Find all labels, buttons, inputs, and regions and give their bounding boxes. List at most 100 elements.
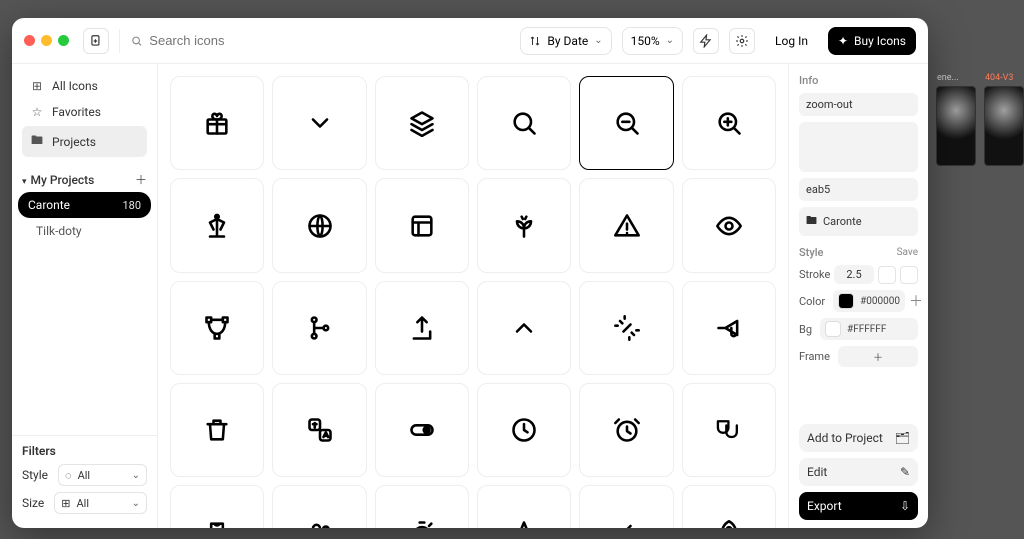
- settings-button[interactable]: [729, 28, 755, 54]
- icon-cell-balance[interactable]: [170, 178, 264, 272]
- style-section-title: Style: [799, 246, 823, 259]
- login-button[interactable]: Log In: [765, 28, 818, 54]
- sidebar-item-projects[interactable]: 🖿 Projects: [22, 126, 147, 157]
- icon-cell-branch[interactable]: [272, 281, 366, 375]
- color-swatch: [838, 293, 854, 309]
- icon-cell-layers[interactable]: [375, 76, 469, 170]
- sort-label: By Date: [547, 34, 588, 48]
- stroke-cap-toggle[interactable]: [878, 266, 918, 284]
- project-item-caronte[interactable]: Caronte 180: [18, 192, 151, 218]
- frame-field[interactable]: ＋: [838, 346, 918, 367]
- icon-cell-zoom-in[interactable]: [682, 76, 776, 170]
- minimize-icon[interactable]: [41, 35, 52, 46]
- icon-cell-chevron-left[interactable]: [579, 485, 673, 528]
- icon-cell-globe[interactable]: [272, 178, 366, 272]
- icon-cell-unlink[interactable]: [579, 281, 673, 375]
- icon-cell-rocket[interactable]: [682, 485, 776, 528]
- icon-id-field[interactable]: eab5: [799, 178, 918, 201]
- icon-project-field[interactable]: 🖿 Caronte: [799, 207, 918, 236]
- icon-cell-stopwatch[interactable]: [375, 485, 469, 528]
- filter-style-select[interactable]: ◌ All ⌄: [58, 464, 147, 486]
- filter-size-select[interactable]: ⊞ All ⌄: [54, 492, 147, 514]
- chevron-down-icon: ⌄: [594, 35, 602, 46]
- sidebar-item-all-icons[interactable]: ⊞ All Icons: [22, 74, 147, 98]
- sidebar: ⊞ All Icons ☆ Favorites 🖿 Projects ▾My P…: [12, 64, 158, 528]
- add-frame-button[interactable]: ＋: [873, 349, 883, 364]
- export-button[interactable]: Export ⇩: [799, 492, 918, 520]
- window-controls[interactable]: [24, 35, 69, 46]
- grid-icon: ⊞: [61, 497, 70, 510]
- icon-cell-star[interactable]: [477, 485, 571, 528]
- download-icon: ⇩: [900, 499, 910, 513]
- maximize-icon[interactable]: [58, 35, 69, 46]
- thumbnail-a[interactable]: ene...: [936, 86, 976, 166]
- icon-cell-layout[interactable]: [375, 178, 469, 272]
- icon-name-field[interactable]: zoom-out: [799, 93, 918, 116]
- icon-cell-translate[interactable]: [272, 383, 366, 477]
- icon-cell-clock[interactable]: [477, 383, 571, 477]
- icon-cell-chevron-up[interactable]: [477, 281, 571, 375]
- zoom-out-icon: [613, 109, 641, 137]
- toggle-icon: [408, 416, 436, 444]
- icon-cell-masks[interactable]: [682, 383, 776, 477]
- chevron-down-icon: ⌄: [132, 470, 140, 481]
- icon-cell-alert[interactable]: [579, 178, 673, 272]
- document-add-button[interactable]: [83, 28, 109, 54]
- filter-style-label: Style: [22, 468, 48, 482]
- pencil-icon: ✎: [900, 465, 910, 479]
- users-icon: [306, 519, 334, 528]
- sidebar-item-favorites[interactable]: ☆ Favorites: [22, 100, 147, 124]
- stroke-value[interactable]: 2.5: [834, 265, 874, 284]
- project-item-tilk-doty[interactable]: Tilk-doty: [18, 218, 151, 244]
- color-label: Color: [799, 295, 825, 308]
- clock-icon: [510, 416, 538, 444]
- zoom-in-icon: [715, 109, 743, 137]
- icon-cell-vector[interactable]: [170, 281, 264, 375]
- flash-button[interactable]: [693, 28, 719, 54]
- sidebar-section-header[interactable]: ▾My Projects ＋: [12, 163, 157, 192]
- icon-cell-eye[interactable]: [682, 178, 776, 272]
- icon-cell-trash[interactable]: [170, 383, 264, 477]
- thumbnail-b-label: 404-V3: [985, 73, 1013, 83]
- icon-cell-trumpet[interactable]: [682, 281, 776, 375]
- zoom-dropdown[interactable]: 150% ⌄: [622, 27, 683, 55]
- save-style-button[interactable]: Save: [897, 247, 918, 258]
- add-to-project-button[interactable]: Add to Project 🗂: [799, 424, 918, 452]
- sort-dropdown[interactable]: By Date ⌄: [520, 27, 611, 55]
- edit-button[interactable]: Edit ✎: [799, 458, 918, 486]
- project-count: 180: [122, 199, 141, 212]
- search-input[interactable]: [149, 33, 510, 48]
- sparkle-icon: ✦: [838, 34, 848, 48]
- bg-field[interactable]: #FFFFFF: [820, 318, 918, 340]
- filter-size-value: All: [76, 497, 89, 510]
- close-icon[interactable]: [24, 35, 35, 46]
- color-field[interactable]: #000000: [833, 290, 905, 312]
- add-project-button[interactable]: ＋: [135, 171, 147, 188]
- eye-icon: [715, 212, 743, 240]
- folder-icon: 🖿: [806, 212, 817, 231]
- icon-cell-alarm[interactable]: [579, 383, 673, 477]
- thumbnail-b[interactable]: 404-V3: [984, 86, 1024, 166]
- search-icon: [130, 34, 143, 48]
- filters-panel: Filters Style ◌ All ⌄ Size ⊞ All ⌄: [12, 435, 157, 528]
- thumbnail-a-label: ene...: [937, 73, 959, 83]
- globe-icon: [306, 212, 334, 240]
- branch-icon: [306, 314, 334, 342]
- zoom-value: 150%: [631, 34, 660, 48]
- icon-cell-chevron-down[interactable]: [272, 76, 366, 170]
- search-field[interactable]: [130, 33, 510, 48]
- icon-cell-gift[interactable]: [170, 76, 264, 170]
- icon-cell-users[interactable]: [272, 485, 366, 528]
- search-icon: [510, 109, 538, 137]
- add-color-button[interactable]: ＋: [909, 291, 923, 311]
- alert-icon: [613, 212, 641, 240]
- icon-cell-search[interactable]: [477, 76, 571, 170]
- icon-cell-phone[interactable]: [170, 485, 264, 528]
- icon-grid: [170, 76, 776, 528]
- bg-label: Bg: [799, 323, 812, 336]
- icon-cell-zoom-out[interactable]: [579, 76, 673, 170]
- icon-cell-plant[interactable]: [477, 178, 571, 272]
- icon-cell-toggle[interactable]: [375, 383, 469, 477]
- buy-icons-button[interactable]: ✦ Buy Icons: [828, 27, 916, 55]
- icon-cell-upload[interactable]: [375, 281, 469, 375]
